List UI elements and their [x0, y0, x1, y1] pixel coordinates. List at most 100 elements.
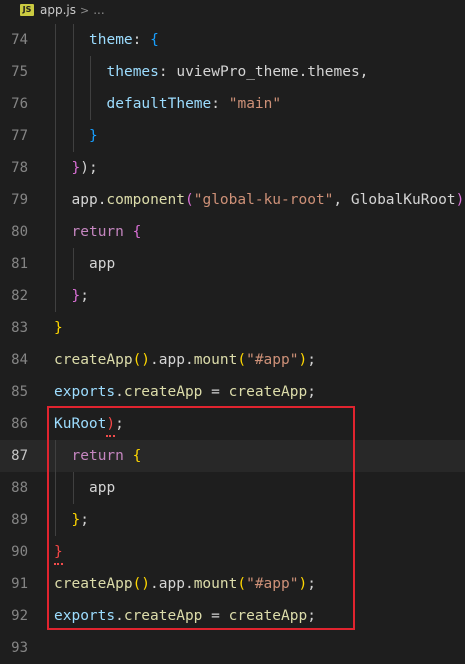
code-line[interactable]: 75 themes: uviewPro_theme.themes, — [0, 56, 465, 88]
line-number: 92 — [11, 608, 28, 624]
line-number: 81 — [11, 256, 28, 272]
indent-guide — [72, 56, 74, 88]
code-line[interactable]: 76 defaultTheme: "main" — [0, 88, 465, 120]
line-number: 77 — [11, 128, 28, 144]
line-number: 90 — [11, 544, 28, 560]
indent-guide — [72, 24, 74, 56]
code-line[interactable]: 79 app.component("global-ku-root", Global… — [0, 184, 465, 216]
line-number: 75 — [11, 64, 28, 80]
code-token: createApp — [54, 352, 133, 368]
code-line[interactable]: 78}); — [0, 152, 465, 184]
code-token: = — [202, 384, 229, 400]
indent-guide — [55, 248, 56, 280]
code-line[interactable]: 81 app — [0, 248, 465, 280]
javascript-file-icon: JS — [20, 4, 34, 16]
code-token: { — [150, 32, 159, 48]
line-number: 85 — [11, 384, 28, 400]
code-token: ; — [307, 384, 316, 400]
indent-guide — [90, 56, 91, 88]
code-token: component — [106, 192, 185, 208]
code-token: theme — [89, 32, 133, 48]
code-token: , GlobalKuRoot — [333, 192, 456, 208]
line-number: 84 — [11, 352, 28, 368]
line-number: 91 — [11, 576, 28, 592]
indent-guide — [55, 216, 56, 248]
indent-guide — [55, 56, 56, 88]
code-token: return — [71, 224, 124, 240]
indent-guide — [55, 184, 56, 216]
code-text: createApp().app.mount("#app"); — [54, 344, 316, 376]
indent-guide — [55, 24, 56, 56]
line-number: 82 — [11, 288, 28, 304]
code-text: } — [54, 312, 63, 344]
code-text: theme: { — [89, 24, 159, 56]
code-token: ); — [80, 160, 98, 176]
breadcrumb-file[interactable]: app.js — [40, 3, 76, 17]
code-token: ; — [307, 352, 316, 368]
code-token: createApp — [228, 384, 308, 400]
line-number: 88 — [11, 480, 28, 496]
line-number: 93 — [11, 640, 28, 656]
line-number: 89 — [11, 512, 28, 528]
code-text: } — [89, 120, 98, 152]
code-token: : uviewPro_theme.themes, — [158, 64, 369, 80]
breadcrumb-more[interactable]: ... — [93, 3, 104, 17]
code-token: ) — [455, 192, 465, 208]
code-text: defaultTheme: "main" — [107, 88, 282, 120]
indent-guide — [90, 88, 91, 120]
line-number: 86 — [11, 416, 28, 432]
code-text: }; — [72, 280, 89, 312]
code-token: } — [54, 320, 63, 336]
code-token: ( — [185, 192, 194, 208]
line-number: 78 — [11, 160, 28, 176]
code-token: () — [132, 352, 151, 368]
breadcrumb: JS app.js > ... — [0, 0, 465, 20]
line-number: 76 — [11, 96, 28, 112]
code-token: "#app" — [246, 352, 299, 368]
code-line[interactable]: 84 createApp().app.mount("#app"); — [0, 344, 465, 376]
code-token: exports — [54, 384, 116, 400]
line-number: 74 — [11, 32, 28, 48]
line-number: 80 — [11, 224, 28, 240]
indent-guide — [55, 152, 56, 184]
code-line[interactable]: 82}; — [0, 280, 465, 312]
code-token: } — [89, 128, 98, 144]
code-token: ( — [237, 352, 247, 368]
code-line[interactable]: 83} — [0, 312, 465, 344]
code-token: .app. — [150, 352, 194, 368]
code-line[interactable]: 77} — [0, 120, 465, 152]
code-token: mount — [193, 352, 238, 368]
code-token: app — [89, 256, 116, 272]
code-token: { — [132, 224, 142, 240]
code-text: }); — [72, 152, 98, 184]
code-line[interactable]: 85 exports.createApp = createApp; — [0, 376, 465, 408]
code-token: } — [71, 160, 81, 176]
code-line[interactable]: 74 theme: { — [0, 24, 465, 56]
code-text: return { — [72, 216, 142, 248]
code-token: "main" — [228, 96, 282, 112]
code-token: ; — [80, 288, 89, 304]
indent-guide — [72, 120, 74, 152]
code-text: themes: uviewPro_theme.themes, — [107, 56, 369, 88]
code-token: defaultTheme — [106, 96, 212, 112]
code-token: : — [211, 96, 229, 112]
highlight-box — [47, 406, 355, 630]
code-text: app.component("global-ku-root", GlobalKu… — [72, 184, 465, 216]
code-text: app — [89, 248, 115, 280]
code-token: : — [132, 32, 151, 48]
code-line[interactable]: 80 return { — [0, 216, 465, 248]
code-line[interactable]: 93 — [0, 632, 465, 664]
indent-guide — [55, 280, 56, 312]
indent-guide — [72, 248, 74, 280]
code-token: } — [71, 288, 81, 304]
line-number: 87 — [11, 448, 28, 464]
code-token: "global-ku-root" — [193, 192, 334, 208]
code-token: createApp — [123, 384, 203, 400]
chevron-right-icon: > — [80, 3, 90, 17]
code-token: themes — [106, 64, 159, 80]
code-token: ) — [298, 352, 308, 368]
code-token: . — [115, 384, 124, 400]
line-number: 83 — [11, 320, 28, 336]
code-text: exports.createApp = createApp; — [54, 376, 316, 408]
